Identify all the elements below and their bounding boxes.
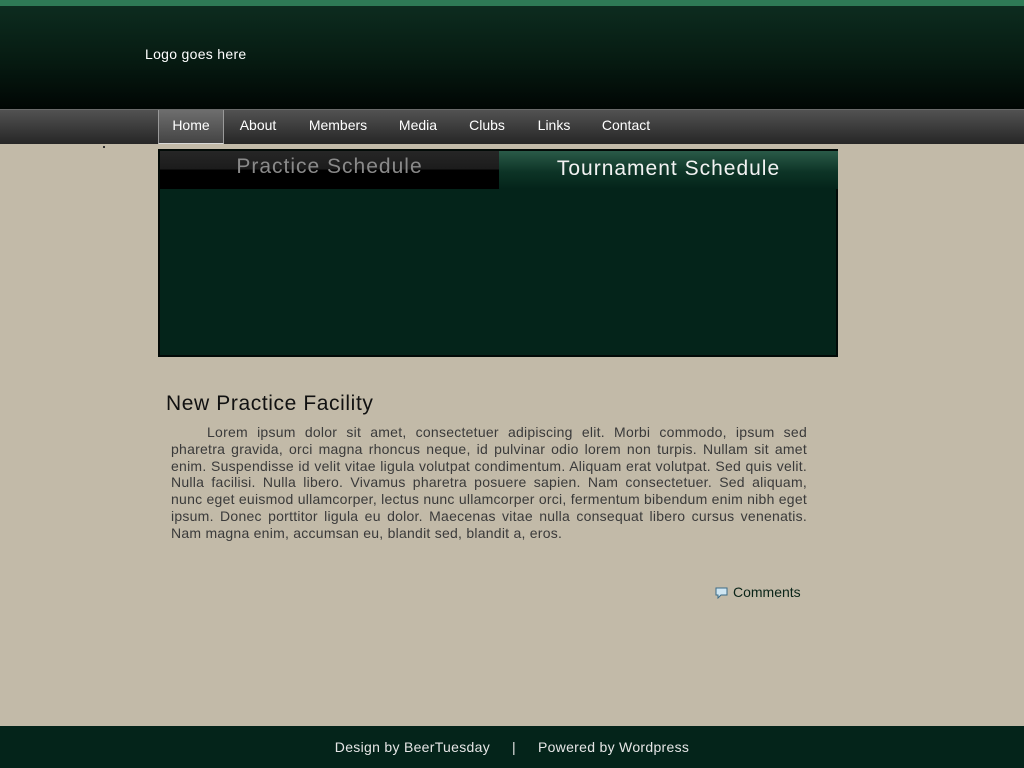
logo-placeholder[interactable]: Logo goes here — [145, 46, 247, 62]
speech-bubble-icon — [715, 586, 728, 600]
schedule-panel: Practice Schedule Tournament Schedule — [158, 149, 838, 357]
site-header: Logo goes here — [0, 6, 1024, 109]
nav-home[interactable]: Home — [158, 110, 224, 144]
tab-practice-schedule[interactable]: Practice Schedule — [160, 151, 499, 189]
nav-about[interactable]: About — [228, 110, 288, 144]
post-body: Lorem ipsum dolor sit amet, consectetuer… — [171, 424, 807, 541]
main-navigation: Home About Members Media Clubs Links Con… — [0, 109, 1024, 144]
site-footer: Design by BeerTuesday | Powered by Wordp… — [0, 726, 1024, 768]
footer-separator: | — [512, 739, 516, 755]
powered-by[interactable]: Powered by Wordpress — [538, 739, 689, 755]
nav-clubs[interactable]: Clubs — [458, 110, 516, 144]
nav-contact[interactable]: Contact — [592, 110, 660, 144]
blog-post: New Practice Facility Lorem ipsum dolor … — [166, 392, 816, 542]
comments-link[interactable]: Comments — [715, 583, 801, 601]
tab-tournament-schedule[interactable]: Tournament Schedule — [499, 151, 838, 189]
nav-members[interactable]: Members — [300, 110, 376, 144]
stray-pixel — [103, 146, 105, 148]
post-title[interactable]: New Practice Facility — [166, 392, 816, 416]
comments-label[interactable]: Comments — [733, 584, 801, 600]
nav-media[interactable]: Media — [388, 110, 448, 144]
nav-links[interactable]: Links — [528, 110, 580, 144]
design-credit[interactable]: Design by BeerTuesday — [335, 739, 490, 755]
